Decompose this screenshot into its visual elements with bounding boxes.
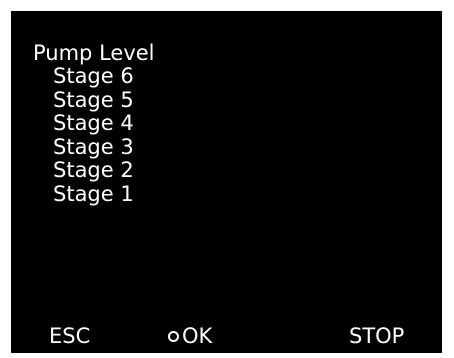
menu-item-stage-4[interactable]: Stage 4 <box>53 111 134 136</box>
ok-softkey-label: OK <box>182 324 213 348</box>
stage-list: Stage 6 Stage 5 Stage 4 Stage 3 Stage 2 … <box>53 64 134 207</box>
ok-softkey[interactable]: OK <box>168 324 212 348</box>
stop-softkey[interactable]: STOP <box>349 324 404 348</box>
menu-item-stage-1[interactable]: Stage 1 <box>53 182 134 207</box>
menu-item-stage-2[interactable]: Stage 2 <box>53 158 134 183</box>
esc-softkey[interactable]: ESC <box>49 324 90 348</box>
menu-item-stage-3[interactable]: Stage 3 <box>53 135 134 160</box>
ring-icon <box>168 330 179 342</box>
display-screen: Pump Level Stage 6 Stage 5 Stage 4 Stage… <box>11 11 442 353</box>
menu-title: Pump Level <box>33 41 155 65</box>
menu-item-stage-6[interactable]: Stage 6 <box>53 64 134 89</box>
menu-item-stage-5[interactable]: Stage 5 <box>53 88 134 113</box>
